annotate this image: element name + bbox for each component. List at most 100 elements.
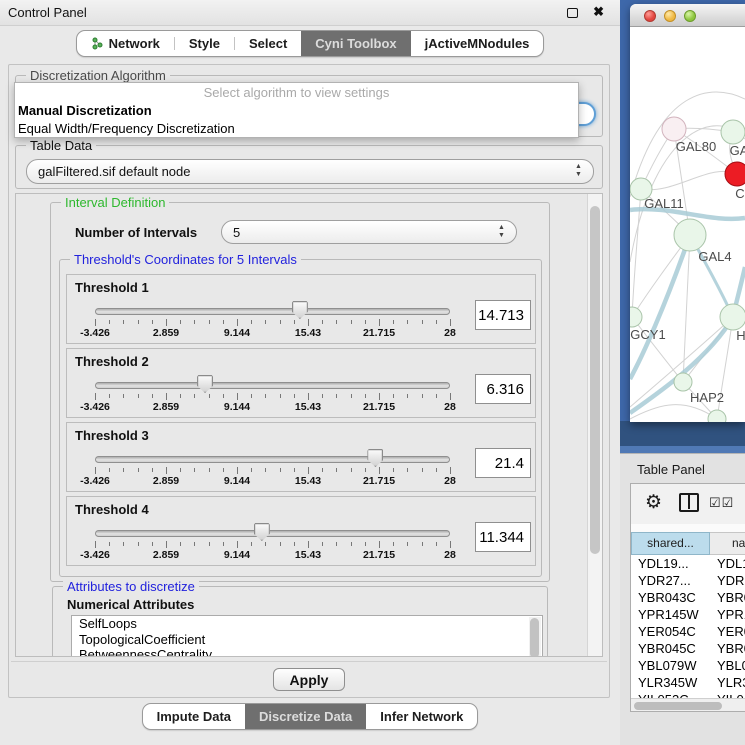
settings-panel: Discretization Algorithm Select algorith… xyxy=(8,64,610,698)
threshold-slider-thumb[interactable] xyxy=(197,375,213,393)
num-intervals-combo[interactable]: 5 ▲▼ xyxy=(221,220,517,244)
node-label: GA xyxy=(730,143,745,158)
table-horizontal-scrollbar[interactable] xyxy=(631,698,745,712)
cell-shared-name[interactable]: YER054C xyxy=(631,623,710,640)
bottom-tab-infer-network[interactable]: Infer Network xyxy=(366,704,477,729)
attribute-item[interactable]: TopologicalCoefficient xyxy=(72,632,542,648)
numerical-attributes-label: Numerical Attributes xyxy=(67,597,194,612)
table-row[interactable]: YBL079WYBL0 xyxy=(631,657,745,674)
network-node-ga[interactable] xyxy=(721,120,745,144)
table-row[interactable]: YER054CYER0 xyxy=(631,623,745,640)
cell-shared-name[interactable]: YBR043C xyxy=(631,589,710,606)
threshold-slider-thumb[interactable] xyxy=(367,449,383,467)
tab-network[interactable]: Network xyxy=(77,31,174,56)
threshold-label: Threshold 3 xyxy=(75,428,149,443)
tab-cyni-toolbox[interactable]: Cyni Toolbox xyxy=(301,31,410,56)
network-node-h[interactable] xyxy=(720,304,745,330)
traffic-light-zoom-icon[interactable] xyxy=(684,10,696,22)
threshold-value-field[interactable]: 14.713 xyxy=(475,300,531,330)
tick-label: -3.426 xyxy=(70,475,120,487)
cell-name[interactable]: YDL1 xyxy=(710,555,745,572)
split-view-icon[interactable] xyxy=(679,493,699,512)
network-node-c[interactable] xyxy=(725,162,745,186)
cell-shared-name[interactable]: YBL079W xyxy=(631,657,710,674)
bottom-tab-discretize-data[interactable]: Discretize Data xyxy=(245,704,366,729)
float-window-icon[interactable] xyxy=(567,8,578,18)
traffic-light-close-icon[interactable] xyxy=(644,10,656,22)
threshold-slider-thumb[interactable] xyxy=(254,523,270,541)
spinner-arrows-icon[interactable]: ▲▼ xyxy=(497,224,506,242)
threshold-slider-track[interactable] xyxy=(95,456,450,463)
tab-label: Select xyxy=(249,36,287,51)
threshold-slider-thumb[interactable] xyxy=(292,301,308,319)
threshold-slider-track[interactable] xyxy=(95,382,450,389)
attributes-scroll-thumb[interactable] xyxy=(530,618,539,657)
tab-style[interactable]: Style xyxy=(175,31,234,56)
table-row[interactable]: YBR043CYBR0 xyxy=(631,589,745,606)
threshold-value-field[interactable]: 6.316 xyxy=(475,374,531,404)
node-label: GAL11 xyxy=(644,196,684,211)
tick-label: 9.144 xyxy=(212,401,262,413)
threshold-value-field[interactable]: 11.344 xyxy=(475,522,531,552)
network-node-gal80[interactable] xyxy=(662,117,686,141)
attribute-item[interactable]: BetweennessCentrality xyxy=(72,647,542,657)
network-view-window[interactable]: GAL80GACGAL11GAL4GCY1HHAP2 xyxy=(630,4,745,422)
attributes-list-scrollbar[interactable] xyxy=(529,617,541,657)
traffic-light-minimize-icon[interactable] xyxy=(664,10,676,22)
cell-shared-name[interactable]: YPR145W xyxy=(631,606,710,623)
attribute-item[interactable]: SelfLoops xyxy=(72,616,542,632)
close-icon[interactable]: ✖ xyxy=(593,4,604,20)
column-header-shared-name[interactable]: shared... xyxy=(631,532,710,555)
threshold-panel-4: Threshold 4-3.4262.8599.14415.4321.71528… xyxy=(66,496,536,566)
apply-button[interactable]: Apply xyxy=(273,668,345,691)
cell-name[interactable]: YBL0 xyxy=(710,657,745,674)
network-node-gal4[interactable] xyxy=(674,219,706,251)
node-label: GCY1 xyxy=(630,327,665,342)
network-node-gcy1[interactable] xyxy=(630,307,642,327)
cell-shared-name[interactable]: YLR345W xyxy=(631,674,710,691)
tab-jactivemnodules[interactable]: jActiveMNodules xyxy=(411,31,544,56)
tick-mark xyxy=(336,394,337,398)
table-row[interactable]: YPR145WYPR1 xyxy=(631,606,745,623)
threshold-value-field[interactable]: 21.4 xyxy=(475,448,531,478)
cell-shared-name[interactable]: YDL19... xyxy=(631,555,710,572)
tick-mark xyxy=(138,542,139,546)
table-toolbar: ⚙ ☑☑ xyxy=(631,484,745,524)
popup-option-equal-width[interactable]: Equal Width/Frequency Discretization xyxy=(15,120,578,138)
table-scroll-thumb[interactable] xyxy=(634,702,722,710)
cell-name[interactable]: YER0 xyxy=(710,623,745,640)
cell-shared-name[interactable]: YBR045C xyxy=(631,640,710,657)
cell-name[interactable]: YPR1 xyxy=(710,606,745,623)
table-row[interactable]: YDL19...YDL1 xyxy=(631,555,745,572)
cell-name[interactable]: YDR2 xyxy=(710,572,745,589)
table-row[interactable]: YLR345WYLR3 xyxy=(631,674,745,691)
column-header-name[interactable]: na xyxy=(710,532,745,555)
network-graph-canvas[interactable]: GAL80GACGAL11GAL4GCY1HHAP2 xyxy=(630,27,745,422)
tick-mark xyxy=(450,319,451,326)
threshold-slider-track[interactable] xyxy=(95,530,450,537)
table-data-combo[interactable]: galFiltered.sif default node ▲▼ xyxy=(26,159,594,184)
table-row[interactable]: YDR27...YDR2 xyxy=(631,572,745,589)
tick-mark xyxy=(109,320,110,324)
popup-option-manual[interactable]: Manual Discretization xyxy=(15,102,578,120)
settings-scroll-thumb[interactable] xyxy=(590,206,600,554)
spinner-arrows-icon[interactable]: ▲▼ xyxy=(574,163,583,181)
threshold-panel-3: Threshold 3-3.4262.8599.14415.4321.71528… xyxy=(66,422,536,492)
tick-mark xyxy=(95,393,96,400)
network-window-titlebar[interactable] xyxy=(630,4,745,27)
tick-mark xyxy=(294,468,295,472)
settings-vertical-scrollbar[interactable] xyxy=(587,194,602,656)
threshold-slider-track[interactable] xyxy=(95,308,450,315)
checkboxes-icon[interactable]: ☑☑ xyxy=(709,495,734,511)
table-row[interactable]: YBR045CYBR0 xyxy=(631,640,745,657)
cell-name[interactable]: YLR3 xyxy=(710,674,745,691)
cell-shared-name[interactable]: YDR27... xyxy=(631,572,710,589)
tab-select[interactable]: Select xyxy=(235,31,301,56)
tick-mark xyxy=(95,541,96,548)
gear-icon[interactable]: ⚙ xyxy=(645,491,662,514)
tick-mark xyxy=(393,394,394,398)
cell-name[interactable]: YBR0 xyxy=(710,589,745,606)
bottom-tab-impute-data[interactable]: Impute Data xyxy=(143,704,245,729)
network-node-hap2[interactable] xyxy=(674,373,692,391)
cell-name[interactable]: YBR0 xyxy=(710,640,745,657)
